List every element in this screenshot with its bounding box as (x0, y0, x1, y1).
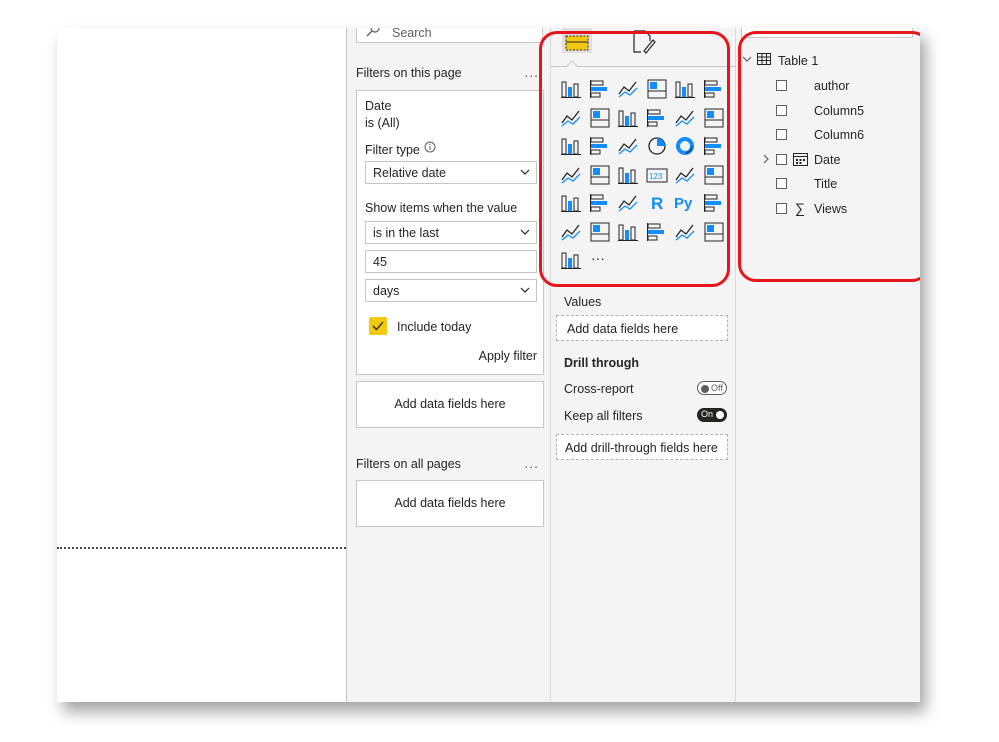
add-data-fields-all-pages[interactable]: Add data fields here (356, 480, 544, 527)
amount-value: 45 (373, 255, 387, 269)
page-boundary-line (57, 547, 346, 549)
toggle-state: On (701, 409, 714, 419)
drill-add-label: Add drill-through fields here (565, 441, 718, 455)
keep-filters-toggle[interactable]: On (697, 408, 727, 422)
chevron-down-icon (520, 169, 530, 175)
more-options-button[interactable]: ... (524, 64, 539, 80)
drill-through-drop-zone[interactable]: Add drill-through fields here (556, 434, 728, 460)
filters-on-page-title: Filters on this page (356, 66, 462, 80)
info-icon (424, 141, 436, 153)
powerbi-screenshot: Search Filters on this page ... Date is … (57, 28, 920, 702)
apply-filter-button[interactable]: Apply filter (479, 349, 537, 363)
chevron-down-icon (520, 287, 530, 293)
checkmark-icon (372, 321, 384, 331)
unit-dropdown[interactable]: days (365, 279, 537, 302)
report-canvas[interactable] (57, 28, 346, 702)
chevron-down-icon (520, 229, 530, 235)
toggle-knob (716, 411, 724, 419)
amount-input[interactable]: 45 (365, 250, 537, 273)
filters-pane: Search Filters on this page ... Date is … (346, 28, 551, 702)
filter-type-dropdown[interactable]: Relative date (365, 161, 537, 184)
values-label: Values (564, 295, 602, 309)
filter-summary: is (All) (365, 116, 400, 130)
more-options-button[interactable]: ... (524, 455, 539, 471)
add-data-fields-page[interactable]: Add data fields here (356, 381, 544, 428)
filter-type-label: Filter type (365, 143, 420, 157)
highlight-ring-visualizations (539, 31, 730, 287)
include-today-label: Include today (397, 320, 472, 334)
filter-type-value: Relative date (373, 166, 446, 180)
toggle-state: Off (711, 383, 723, 393)
search-placeholder: Search (392, 28, 432, 40)
values-drop-zone[interactable]: Add data fields here (556, 315, 728, 341)
keep-filters-label: Keep all filters (564, 409, 643, 423)
cross-report-toggle[interactable]: Off (697, 381, 727, 395)
values-add-label: Add data fields here (567, 322, 679, 336)
toggle-knob (701, 385, 709, 393)
include-today-checkbox[interactable] (369, 317, 387, 335)
show-items-label: Show items when the value (365, 201, 518, 215)
search-icon (366, 28, 380, 37)
operator-value: is in the last (373, 226, 440, 240)
date-filter-card[interactable]: Date is (All) Filter type Relative date … (356, 90, 544, 375)
cross-report-label: Cross-report (564, 382, 634, 396)
filter-field-name: Date (365, 99, 392, 113)
highlight-ring-fields (738, 31, 920, 282)
operator-dropdown[interactable]: is in the last (365, 221, 537, 244)
drill-through-title: Drill through (564, 356, 639, 370)
unit-value: days (373, 284, 400, 298)
filters-all-pages-title: Filters on all pages (356, 457, 461, 471)
search-input[interactable]: Search (356, 28, 543, 43)
